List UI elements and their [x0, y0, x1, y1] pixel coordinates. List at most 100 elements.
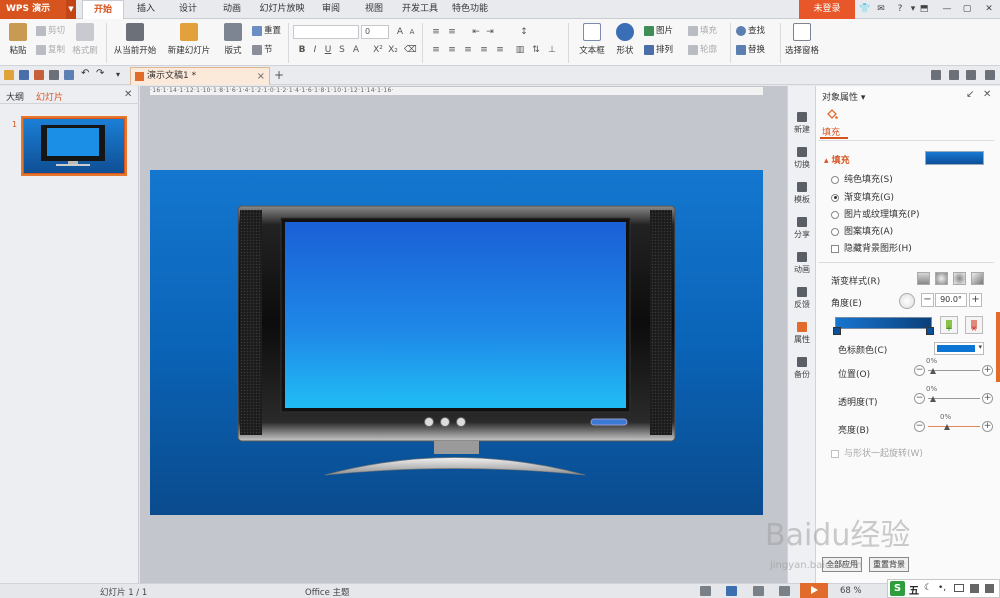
chat-icon[interactable]: ✉: [874, 2, 888, 16]
tab-animation[interactable]: 动画: [216, 0, 248, 19]
grid-icon[interactable]: [985, 584, 994, 593]
preview-icon[interactable]: [64, 70, 74, 80]
login-button[interactable]: 未登录: [799, 0, 855, 19]
gradient-style-radial[interactable]: [935, 272, 948, 285]
arrange-button[interactable]: 排列: [644, 43, 673, 55]
plus-icon[interactable]: +: [982, 365, 993, 376]
vertical-align-icon[interactable]: ⊥: [546, 44, 558, 56]
fill-button[interactable]: 填充: [688, 24, 717, 36]
slide-thumbnail[interactable]: [21, 116, 127, 176]
normal-view-icon[interactable]: [726, 586, 737, 596]
from-current-button[interactable]: 从当前开始: [110, 23, 160, 56]
redo-icon[interactable]: ↷: [96, 69, 106, 79]
tab-developer[interactable]: 开发工具: [398, 0, 442, 19]
align-right-icon[interactable]: ≡: [462, 44, 474, 56]
reset-background-button[interactable]: 重置背景: [869, 557, 909, 572]
pane-collapse-handle[interactable]: [996, 312, 1000, 382]
radio-solid-fill[interactable]: 纯色填充(S): [831, 172, 893, 185]
plus-icon[interactable]: +: [982, 393, 993, 404]
justify-icon[interactable]: ≡: [478, 44, 490, 56]
minimize-icon[interactable]: —: [940, 2, 954, 16]
collapse-ribbon-icon[interactable]: [985, 70, 995, 80]
maximize-icon[interactable]: ▢: [960, 2, 974, 16]
tab-slides[interactable]: 幻灯片: [36, 90, 63, 103]
punctuation-icon[interactable]: •,: [938, 583, 946, 593]
close-icon[interactable]: ×: [257, 68, 265, 85]
chevron-down-icon[interactable]: ▾: [116, 70, 126, 80]
ime-logo-icon[interactable]: S: [890, 581, 905, 596]
grow-font-icon[interactable]: A: [394, 26, 406, 38]
tab-review[interactable]: 审阅: [315, 0, 347, 19]
reset-button[interactable]: 重置: [252, 24, 281, 36]
select-pane-button[interactable]: 选择窗格: [784, 23, 820, 56]
reading-view-icon[interactable]: [779, 586, 790, 596]
brightness-slider[interactable]: − 0% +: [914, 413, 994, 434]
section-fill-header[interactable]: ▴ 填充: [824, 153, 850, 166]
sidebar-item-properties[interactable]: 属性: [788, 322, 816, 345]
distribute-icon[interactable]: ≡: [494, 44, 506, 56]
tab-home[interactable]: 开始: [82, 0, 124, 20]
shrink-font-icon[interactable]: A: [406, 26, 418, 38]
moon-icon[interactable]: ☾: [924, 583, 932, 593]
decrease-indent-icon[interactable]: ⇤: [470, 26, 482, 38]
sidebar-item-new[interactable]: 新建: [788, 112, 816, 135]
underline-icon[interactable]: U: [322, 44, 334, 56]
help-icon[interactable]: ?: [893, 2, 907, 16]
tab-features[interactable]: 特色功能: [448, 0, 492, 19]
minus-icon[interactable]: −: [914, 421, 925, 432]
font-color-icon[interactable]: A: [350, 44, 362, 56]
user-icon[interactable]: [970, 584, 979, 593]
chevron-down-icon[interactable]: ▼: [66, 0, 76, 19]
section-button[interactable]: 节: [252, 43, 273, 55]
hide-background-checkbox[interactable]: 隐藏背景图形(H): [831, 241, 912, 254]
close-icon[interactable]: ✕: [983, 89, 991, 100]
tab-insert[interactable]: 插入: [130, 0, 162, 19]
sidebar-item-feedback[interactable]: 反馈: [788, 287, 816, 310]
fill-color-swatch[interactable]: [925, 151, 984, 165]
plus-icon[interactable]: +: [982, 421, 993, 432]
font-size-select[interactable]: 0: [361, 25, 389, 39]
slide-sorter-icon[interactable]: [753, 586, 764, 596]
tab-outline[interactable]: 大纲: [6, 90, 24, 103]
pin-icon[interactable]: [931, 70, 941, 80]
subscript-icon[interactable]: X₂: [387, 44, 399, 56]
print-icon[interactable]: [49, 70, 59, 80]
picture-button[interactable]: 图片: [644, 24, 673, 36]
tab-view[interactable]: 视图: [358, 0, 390, 19]
bullets-icon[interactable]: ≡: [430, 26, 442, 38]
outline-button[interactable]: 轮廓: [688, 43, 717, 55]
align-left-icon[interactable]: ≡: [430, 44, 442, 56]
remove-stop-icon[interactable]: ×: [965, 316, 983, 334]
clear-format-icon[interactable]: ⌫: [404, 44, 417, 56]
text-box-button[interactable]: 文本框: [574, 23, 610, 56]
gradient-stops-bar[interactable]: [835, 317, 932, 329]
tv-monitor-graphic[interactable]: [150, 170, 763, 515]
format-painter-button[interactable]: 格式刷: [70, 23, 100, 56]
gradient-style-linear[interactable]: [917, 272, 930, 285]
position-slider[interactable]: − 0% +: [914, 357, 994, 378]
undo-icon[interactable]: ↶: [81, 69, 91, 79]
layout-button[interactable]: 版式: [220, 23, 246, 56]
shadow-icon[interactable]: S: [336, 44, 348, 56]
text-direction-icon[interactable]: ⇅: [530, 44, 542, 56]
slide[interactable]: [150, 170, 763, 515]
gradient-style-rectangular[interactable]: [953, 272, 966, 285]
paste-button[interactable]: 粘贴: [4, 23, 32, 56]
dock-arrow-icon[interactable]: ↙: [966, 89, 974, 100]
cloud-icon[interactable]: [949, 70, 959, 80]
sidebar-item-share[interactable]: 分享: [788, 217, 816, 240]
sidebar-item-transition[interactable]: 切换: [788, 147, 816, 170]
bold-icon[interactable]: B: [296, 44, 308, 56]
superscript-icon[interactable]: X²: [372, 44, 384, 56]
document-tab[interactable]: 演示文稿1 * ×: [130, 67, 270, 85]
radio-picture-fill[interactable]: 图片或纹理填充(P): [831, 207, 919, 220]
stop-color-dropdown[interactable]: ▾: [934, 342, 984, 355]
find-button[interactable]: 查找: [736, 24, 765, 36]
line-spacing-icon[interactable]: ↕: [518, 26, 530, 38]
pane-title[interactable]: 对象属性 ▾: [822, 90, 865, 103]
angle-increase-button[interactable]: +: [969, 293, 982, 307]
keyboard-icon[interactable]: [954, 584, 964, 592]
slider-thumb[interactable]: [930, 396, 936, 402]
font-name-select[interactable]: [293, 25, 359, 39]
slider-thumb[interactable]: [930, 368, 936, 374]
